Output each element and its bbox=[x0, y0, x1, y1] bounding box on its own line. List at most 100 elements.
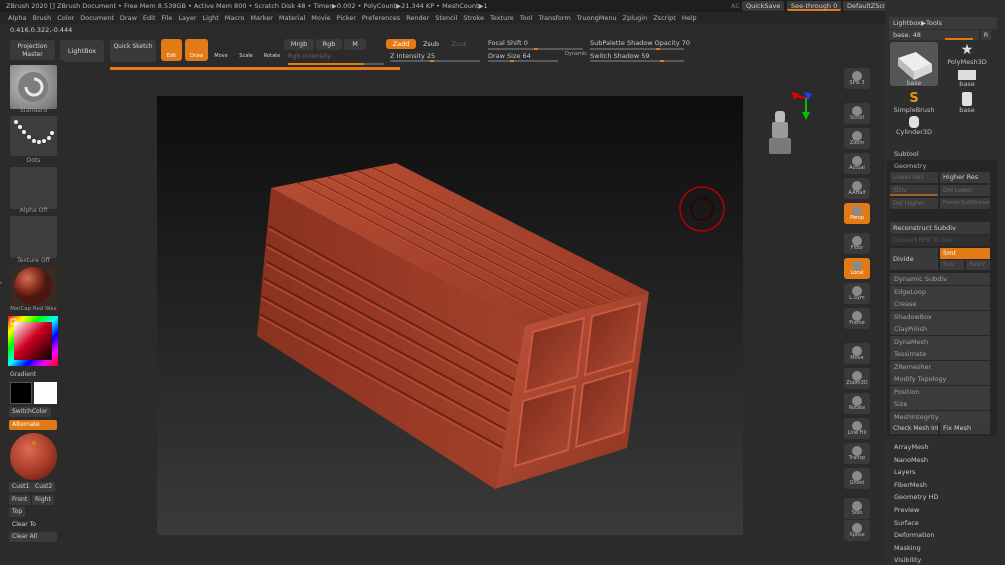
geometry-header[interactable]: Geometry bbox=[894, 162, 926, 170]
quicksave-button[interactable]: QuickSave bbox=[742, 1, 785, 11]
shelf-floor-button[interactable]: Floor bbox=[844, 233, 870, 254]
shelf-zoom3d-button[interactable]: Zoom3D bbox=[844, 368, 870, 389]
draw-size-track[interactable] bbox=[488, 60, 558, 62]
menu-picker[interactable]: Picker bbox=[337, 12, 356, 24]
geometry-modify-topology-button[interactable]: Modify Topology bbox=[890, 373, 990, 385]
menu-render[interactable]: Render bbox=[406, 12, 429, 24]
menu-stroke[interactable]: Stroke bbox=[463, 12, 484, 24]
menu-transform[interactable]: Transform bbox=[538, 12, 570, 24]
menu-stencil[interactable]: Stencil bbox=[435, 12, 457, 24]
rotate-button[interactable]: Rotate bbox=[260, 39, 284, 61]
z-intensity-track[interactable] bbox=[390, 60, 480, 62]
mrgb-button[interactable]: Mrgb bbox=[284, 39, 314, 50]
menu-preferences[interactable]: Preferences bbox=[362, 12, 400, 24]
shelf-l-sym-button[interactable]: L.Sym bbox=[844, 283, 870, 304]
shelf-solo-button[interactable]: Solo bbox=[844, 498, 870, 519]
shelf-line-fill-polyf-button[interactable]: Line Fill PolyF bbox=[844, 418, 870, 439]
z-intensity-slider[interactable]: Z Intensity 25 bbox=[390, 52, 435, 60]
zsub-button[interactable]: Zsub bbox=[418, 39, 444, 49]
focal-shift-track[interactable] bbox=[488, 48, 583, 50]
geometry-dynamesh-button[interactable]: DynaMesh bbox=[890, 335, 990, 348]
menu-zscript[interactable]: Zscript bbox=[653, 12, 676, 24]
suv-toggle[interactable]: Suv bbox=[940, 260, 964, 270]
geometry-shadowbox-button[interactable]: ShadowBox bbox=[890, 310, 990, 323]
geometry-tessimate-button[interactable]: Tessimate bbox=[890, 348, 990, 360]
del-higher-button[interactable]: Del Higher bbox=[890, 198, 938, 209]
section-surface[interactable]: Surface bbox=[894, 519, 919, 527]
viewport[interactable] bbox=[157, 96, 743, 535]
lightbox-button[interactable]: LightBox bbox=[60, 40, 104, 62]
menu-macro[interactable]: Macro bbox=[225, 12, 245, 24]
see-through-slider[interactable]: See-through 0 bbox=[787, 1, 842, 11]
brick-model[interactable] bbox=[157, 96, 743, 535]
shelf-frame-button[interactable]: Frame bbox=[844, 308, 870, 329]
scale-button[interactable]: Scale bbox=[235, 39, 257, 61]
zcut-button[interactable]: Zcut bbox=[448, 39, 470, 49]
menu-texture[interactable]: Texture bbox=[490, 12, 514, 24]
fix-mesh-button[interactable]: Fix Mesh bbox=[940, 423, 990, 434]
geometry-size-button[interactable]: Size bbox=[890, 398, 990, 410]
projection-master-button[interactable]: Projection Master bbox=[10, 40, 55, 62]
section-arraymesh[interactable]: ArrayMesh bbox=[894, 443, 929, 451]
shelf-move-button[interactable]: Move bbox=[844, 343, 870, 364]
shelf-zoom-button[interactable]: Zoom bbox=[844, 128, 870, 149]
edit-button[interactable]: Edit bbox=[161, 39, 182, 61]
geometry-edgeloop-button[interactable]: EdgeLoop bbox=[890, 285, 990, 298]
move-button[interactable]: Move bbox=[210, 39, 232, 61]
rgb-intensity-track[interactable] bbox=[288, 63, 384, 65]
cylinder3d-tool[interactable]: Cylinder3D bbox=[890, 116, 938, 140]
reconstruct-subdiv-button[interactable]: Reconstruct Subdiv bbox=[890, 222, 990, 234]
color-picker[interactable] bbox=[8, 316, 58, 366]
menu-tool[interactable]: Tool bbox=[520, 12, 533, 24]
del-lower-button[interactable]: Del Lower bbox=[940, 185, 990, 196]
gradient-label[interactable]: Gradient bbox=[10, 371, 36, 378]
material-thumbnail[interactable] bbox=[10, 266, 57, 306]
geometry-crease-button[interactable]: Crease bbox=[890, 298, 990, 310]
base-tool-2[interactable]: base bbox=[943, 68, 991, 92]
zadd-button[interactable]: Zadd bbox=[386, 39, 416, 49]
switch-shadow-slider[interactable]: Switch Shadow 59 bbox=[590, 52, 650, 60]
lightbox-tools-button[interactable]: Lightbox▶Tools bbox=[889, 17, 997, 29]
convert-bpr-button[interactable]: Convert BPR To Geo bbox=[890, 235, 990, 246]
shelf-xpose-button[interactable]: Xpose bbox=[844, 520, 870, 541]
stroke-thumbnail[interactable] bbox=[10, 116, 57, 156]
section-masking[interactable]: Masking bbox=[894, 544, 921, 552]
subtool-header[interactable]: Subtool bbox=[894, 150, 919, 158]
left-tray-handle[interactable]: ▸ bbox=[0, 280, 6, 300]
switch-shadow-track[interactable] bbox=[590, 60, 684, 62]
simplebrush-tool[interactable]: S SimpleBrush bbox=[890, 92, 938, 116]
rgb-intensity-slider[interactable]: Rgb Intensity bbox=[288, 52, 331, 60]
section-fibermesh[interactable]: FiberMesh bbox=[894, 481, 927, 489]
shelf-spix-3-button[interactable]: SPix 3 bbox=[844, 68, 870, 89]
menu-truongmenu[interactable]: TruongMenu bbox=[577, 12, 617, 24]
section-layers[interactable]: Layers bbox=[894, 468, 916, 476]
base-tool-thumbnail[interactable]: base bbox=[890, 42, 938, 87]
shelf-ghost-button[interactable]: Ghost bbox=[844, 468, 870, 489]
front-view-button[interactable]: Front bbox=[9, 495, 31, 505]
menu-material[interactable]: Material bbox=[279, 12, 305, 24]
clear-to-button[interactable]: Clear To bbox=[9, 520, 39, 530]
section-nanomesh[interactable]: NanoMesh bbox=[894, 456, 928, 464]
subpalette-shadow-track[interactable] bbox=[590, 48, 684, 50]
cust2-button[interactable]: Cust2 bbox=[32, 482, 56, 492]
reuv-toggle[interactable]: ReUV bbox=[966, 260, 990, 270]
shelf-rotate-button[interactable]: Rotate bbox=[844, 393, 870, 414]
quick-sketch-button[interactable]: Quick Sketch bbox=[110, 40, 156, 62]
base-tool-slider[interactable]: base. 48 bbox=[889, 30, 979, 40]
draw-button[interactable]: Draw bbox=[185, 39, 208, 61]
menu-document[interactable]: Document bbox=[80, 12, 114, 24]
focal-shift-slider[interactable]: Focal Shift 0 bbox=[488, 39, 528, 47]
main-color-swatch[interactable] bbox=[10, 382, 32, 404]
geometry-zremesher-button[interactable]: ZRemesher bbox=[890, 360, 990, 373]
menu-file[interactable]: File bbox=[162, 12, 173, 24]
shelf-actual-button[interactable]: Actual bbox=[844, 153, 870, 174]
draw-size-slider[interactable]: Draw Size 64 bbox=[488, 52, 531, 60]
base-tool-3[interactable]: base bbox=[943, 92, 991, 116]
menu-light[interactable]: Light bbox=[203, 12, 219, 24]
menu-alpha[interactable]: Alpha bbox=[8, 12, 26, 24]
dynamic-toggle[interactable]: Dynamic bbox=[565, 51, 587, 57]
switch-color-button[interactable]: SwitchColor bbox=[9, 407, 51, 417]
menu-layer[interactable]: Layer bbox=[178, 12, 196, 24]
geometry-dynamic-subdiv-button[interactable]: Dynamic Subdiv bbox=[890, 273, 990, 285]
section-geometry-hd[interactable]: Geometry HD bbox=[894, 493, 938, 501]
